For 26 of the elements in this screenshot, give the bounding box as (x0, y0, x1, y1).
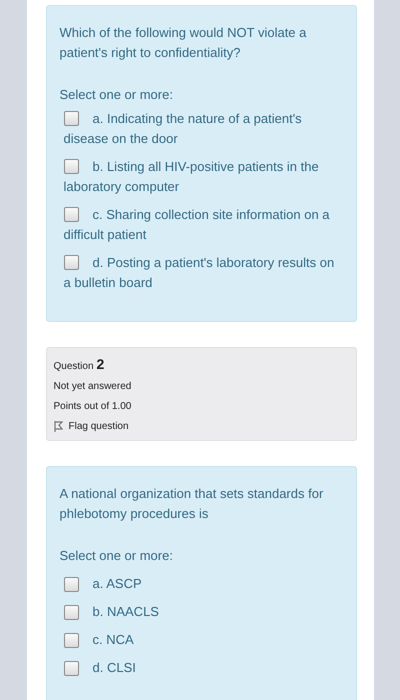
answer-option[interactable]: b. NAACLS (60, 598, 342, 626)
checkbox[interactable] (64, 207, 78, 222)
answer-status: Not yet answered (54, 381, 132, 392)
answer-option[interactable]: b. Listing all HIV-positive patients in the laboratory computer (60, 157, 342, 197)
question-text: Which of the following would NOT violate a patient's right to confidentiality? (60, 24, 308, 62)
checkbox[interactable] (64, 576, 78, 592)
checkbox[interactable] (64, 632, 78, 648)
question-number: 2 (96, 356, 104, 372)
flag-question-link[interactable]: Flag question (54, 421, 348, 432)
select-prompt: Select one or more: (60, 86, 174, 104)
checkbox[interactable] (64, 159, 78, 174)
question-text: A national organization that sets standards for phlebotomy procedures is (60, 485, 324, 523)
answer-option[interactable]: a. Indicating the nature of a patient's disease on the door (60, 109, 342, 149)
answer-option[interactable]: a. ASCP (60, 570, 342, 598)
checkbox[interactable] (64, 255, 78, 270)
answer-option[interactable]: d. CLSI (60, 654, 342, 682)
points-text: Points out of 1.00 (54, 401, 132, 412)
answer-option[interactable]: d. Posting a patient's laboratory results on a bulletin board (60, 253, 342, 293)
answer-option[interactable]: c. Sharing collection site information on a difficult patient (60, 205, 342, 245)
checkbox[interactable] (64, 604, 78, 620)
answer-option[interactable]: c. NCA (60, 626, 342, 654)
flag-icon (54, 421, 62, 432)
checkbox[interactable] (64, 111, 78, 126)
select-prompt: Select one or more: (60, 547, 174, 565)
checkbox[interactable] (64, 660, 78, 676)
question-label: Question (54, 361, 94, 372)
